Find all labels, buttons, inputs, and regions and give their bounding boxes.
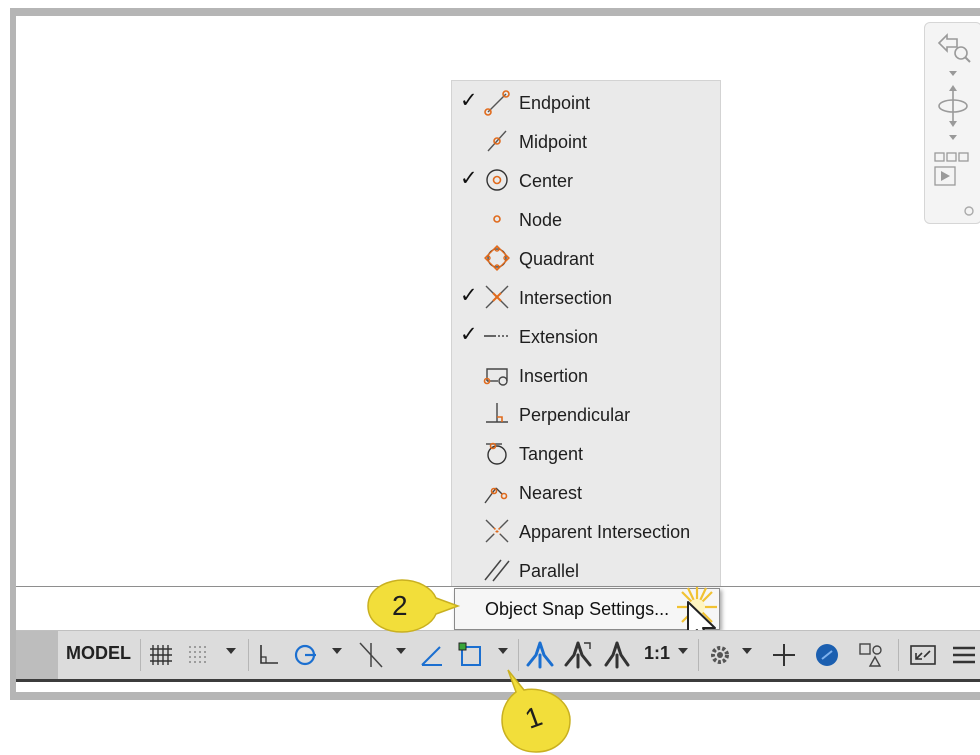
menu-item-extension[interactable]: ✓ Extension (452, 317, 720, 355)
menu-item-label: Perpendicular (519, 405, 631, 425)
status-separator (140, 639, 141, 671)
callout-bubble-icon (367, 579, 461, 633)
nav-settings-icon[interactable] (963, 205, 975, 217)
menu-item-label: Center (519, 171, 574, 191)
nearest-icon (484, 487, 508, 504)
step-2-callout: 2 (362, 576, 462, 636)
menu-item-perpendicular[interactable]: Perpendicular (452, 395, 720, 433)
orbit-icon[interactable] (933, 81, 973, 131)
perpendicular-icon (486, 403, 508, 423)
object-snap-dropdown-arrow-icon[interactable] (498, 648, 508, 654)
menu-item-endpoint[interactable]: ✓ Endpoint (452, 83, 720, 121)
menu-item-label: Insertion (519, 366, 589, 386)
menu-item-label: Extension (519, 327, 599, 347)
tangent-icon (486, 442, 507, 465)
nav-dropdown-arrow-icon[interactable] (949, 135, 957, 140)
check-mark-icon: ✓ (460, 284, 478, 307)
scale-dropdown-arrow-icon[interactable] (678, 648, 688, 654)
insertion-icon (483, 368, 508, 386)
endpoint-icon (484, 90, 510, 116)
ortho-mode-icon[interactable] (256, 639, 282, 671)
menu-item-label: Quadrant (519, 249, 595, 269)
auto-scale-icon[interactable] (562, 639, 594, 671)
menu-item-label: Apparent Intersection (519, 522, 691, 542)
object-snap-tracking-icon[interactable] (418, 639, 446, 671)
step-1-callout: 1 (496, 668, 576, 754)
check-mark-icon: ✓ (460, 167, 478, 190)
menu-item-apparent-intersection[interactable]: Apparent Intersection (452, 512, 720, 550)
menu-item-insertion[interactable]: Insertion (452, 356, 720, 394)
menu-item-label: Intersection (519, 288, 613, 308)
status-separator (698, 639, 699, 671)
pan-zoom-icon[interactable] (933, 29, 973, 65)
status-separator (518, 639, 519, 671)
annotation-visibility-icon[interactable] (524, 639, 556, 671)
menu-item-quadrant[interactable]: Quadrant (452, 239, 720, 277)
status-separator (898, 639, 899, 671)
annotation-scale-icon[interactable] (602, 639, 632, 671)
check-mark-icon: ✓ (460, 89, 478, 112)
menu-item-label: Parallel (519, 561, 580, 581)
menu-item-label: Nearest (519, 483, 583, 503)
apparent-intersection-icon (485, 519, 509, 543)
customization-menu-icon[interactable] (950, 639, 978, 671)
menu-item-tangent[interactable]: Tangent (452, 434, 720, 472)
menu-item-nearest[interactable]: Nearest (452, 473, 720, 511)
menu-item-label: Midpoint (519, 132, 588, 152)
model-space-button[interactable]: MODEL (66, 643, 131, 664)
workspace-gear-icon[interactable] (706, 639, 734, 671)
polar-dropdown-arrow-icon[interactable] (332, 648, 342, 654)
node-icon (493, 215, 501, 223)
isolate-objects-icon[interactable] (812, 639, 842, 671)
step-2-number: 2 (392, 590, 408, 621)
object-snap-icon[interactable] (456, 639, 486, 671)
menu-item-node[interactable]: Node (452, 200, 720, 238)
extension-icon (484, 335, 510, 337)
snap-mode-icon[interactable] (186, 639, 212, 671)
osnap-menu: ✓ Endpoint Midpoint ✓ Center Node Quadra… (451, 80, 721, 587)
menu-item-center[interactable]: ✓ Center (452, 161, 720, 199)
workspace-dropdown-arrow-icon[interactable] (742, 648, 752, 654)
grid-display-icon[interactable] (148, 639, 174, 671)
menu-item-intersection[interactable]: ✓ Intersection (452, 278, 720, 316)
center-icon (486, 169, 508, 191)
status-bar-left-cap (16, 631, 58, 679)
polar-tracking-icon[interactable] (292, 639, 320, 671)
isometric-drafting-icon[interactable] (356, 639, 386, 671)
menu-item-label: Node (519, 210, 563, 230)
hardware-acceleration-icon[interactable] (856, 639, 886, 671)
menu-item-label: Tangent (519, 444, 584, 464)
menu-item-midpoint[interactable]: Midpoint (452, 122, 720, 160)
midpoint-icon (487, 130, 507, 152)
menu-item-label: Endpoint (519, 93, 591, 113)
clean-screen-icon[interactable] (908, 639, 938, 671)
navigation-bar[interactable] (924, 22, 980, 224)
parallel-icon (484, 559, 510, 582)
annotation-scale-value[interactable]: 1:1 (644, 643, 670, 664)
showmotion-icon[interactable] (933, 151, 973, 191)
check-mark-icon: ✓ (460, 323, 478, 346)
snap-dropdown-arrow-icon[interactable] (226, 648, 236, 654)
object-snap-settings-label: Object Snap Settings... (485, 599, 670, 619)
intersection-icon (485, 285, 509, 309)
annotation-monitor-icon[interactable] (770, 639, 798, 671)
isodraft-dropdown-arrow-icon[interactable] (396, 648, 406, 654)
status-separator (248, 639, 249, 671)
quadrant-icon (484, 245, 510, 271)
nav-dropdown-arrow-icon[interactable] (949, 71, 957, 76)
